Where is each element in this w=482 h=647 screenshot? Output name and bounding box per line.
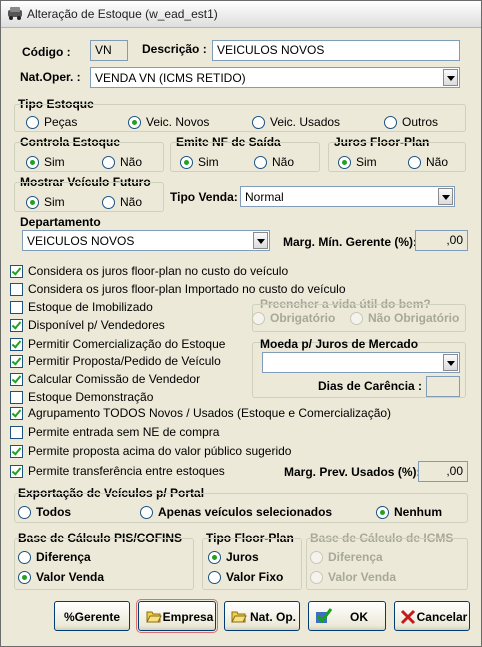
window-title: Alteração de Estoque (w_ead_est1)	[27, 7, 218, 21]
descricao-field[interactable]: VEICULOS NOVOS	[212, 40, 460, 61]
dias-carencia-field[interactable]	[426, 376, 460, 397]
close-icon	[400, 609, 416, 625]
margem-label: Marg. Mín. Gerente (%):	[283, 235, 418, 249]
margem-field[interactable]: ,00	[415, 230, 468, 251]
chevron-down-icon[interactable]	[438, 188, 453, 205]
marg-prev-label: Marg. Prev. Usados (%):	[284, 465, 421, 479]
natoper-label: Nat.Oper. :	[20, 70, 81, 84]
folder-open-icon	[231, 611, 247, 623]
folder-open-icon	[146, 611, 162, 623]
empresa-button[interactable]: Empresa	[136, 599, 218, 633]
gerente-button[interactable]: %Gerente	[54, 601, 130, 631]
title-bar: Alteração de Estoque (w_ead_est1)	[1, 1, 481, 28]
tipo-venda-value: Normal	[245, 190, 284, 204]
codigo-field[interactable]: VN	[90, 40, 128, 61]
natoper-select[interactable]: VENDA VN (ICMS RETIDO)	[90, 67, 460, 88]
ok-button[interactable]: OK	[308, 601, 386, 631]
codigo-label: Código :	[22, 45, 71, 59]
tipo-estoque-group	[14, 104, 466, 132]
chevron-down-icon[interactable]	[253, 232, 268, 249]
chevron-down-icon[interactable]	[443, 354, 458, 371]
dias-carencia-label: Dias de Carência :	[318, 379, 423, 393]
car-app-icon	[8, 7, 22, 20]
emite-nf-group	[170, 142, 320, 172]
moeda-label: Moeda p/ Juros de Mercado	[260, 337, 419, 351]
descricao-label: Descrição :	[142, 42, 207, 56]
moeda-select[interactable]	[262, 352, 460, 373]
marg-prev-field[interactable]: ,00	[418, 461, 468, 482]
cancelar-button[interactable]: Cancelar	[394, 601, 470, 631]
tipo-venda-select[interactable]: Normal	[240, 186, 455, 207]
departamento-value: VEICULOS NOVOS	[27, 234, 135, 248]
nat-op-button[interactable]: Nat. Op.	[224, 601, 300, 631]
tipo-venda-label: Tipo Venda:	[170, 190, 238, 204]
departamento-label: Departamento	[20, 215, 101, 229]
natoper-value: VENDA VN (ICMS RETIDO)	[95, 71, 246, 85]
checkmark-icon	[316, 608, 333, 624]
departamento-select[interactable]: VEICULOS NOVOS	[22, 230, 270, 251]
chevron-down-icon[interactable]	[443, 69, 458, 86]
